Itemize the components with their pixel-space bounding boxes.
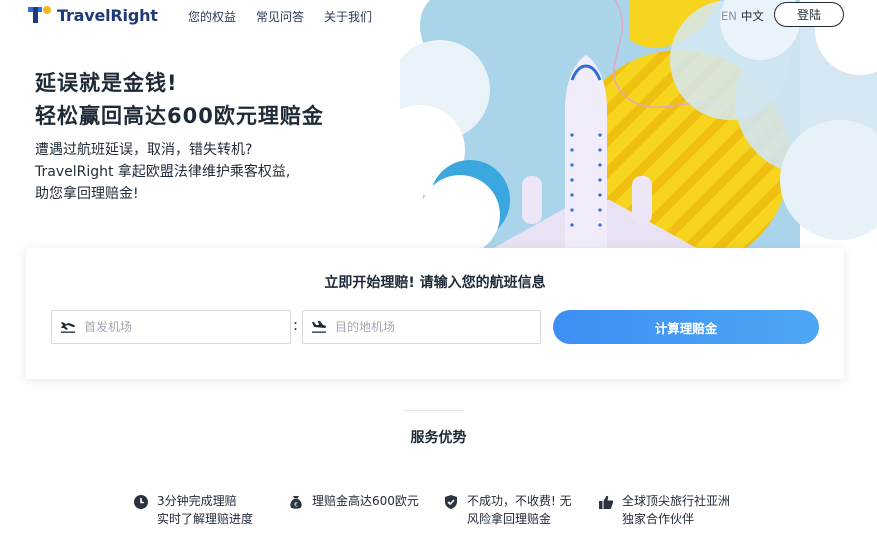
benefit-item: 不成功，不收费! 无 风险拿回理赔金 <box>443 492 572 528</box>
section-divider <box>404 410 464 411</box>
logo-icon <box>28 5 52 25</box>
lang-zh[interactable]: 中文 <box>741 9 764 23</box>
hero-title-line2: 轻松赢回高达600欧元理赔金 <box>35 104 324 128</box>
money-bag-icon: € <box>288 494 304 510</box>
benefit-line2: 实时了解理赔进度 <box>157 512 254 526</box>
flight-search-card: 立即开始理赔! 请输入您的航班信息 : 计算理赔金 <box>26 248 844 379</box>
route-separator: : <box>293 316 299 334</box>
clock-icon <box>133 494 149 510</box>
benefit-line2: 风险拿回理赔金 <box>467 512 552 526</box>
hero-title-line1: 延误就是金钱! <box>35 71 178 95</box>
svg-text:€: € <box>294 502 298 509</box>
brand-logo[interactable]: TravelRight <box>28 4 158 26</box>
arrival-plane-icon <box>311 318 327 337</box>
nav-faq[interactable]: 常见问答 <box>256 8 304 25</box>
login-button[interactable]: 登陆 <box>774 2 844 27</box>
benefit-line1: 3分钟完成理赔 <box>157 494 237 508</box>
lang-en[interactable]: EN <box>721 9 737 23</box>
hero-subtitle: 遭遇过航班延误，取消，错失转机? TravelRight 拿起欧盟法律维护乘客权… <box>35 139 290 205</box>
services-title: 服务优势 <box>410 430 467 446</box>
benefit-line2: 独家合作伙伴 <box>622 512 695 526</box>
language-switcher: EN 中文 <box>721 8 764 24</box>
benefit-line1: 理赔金高达600欧元 <box>312 494 419 508</box>
destination-airport-input[interactable] <box>335 320 525 334</box>
search-card-title: 立即开始理赔! 请输入您的航班信息 <box>324 275 546 291</box>
hero-sub-line3: 助您拿回理赔金! <box>35 186 139 202</box>
benefit-item: 全球顶尖旅行社亚洲 独家合作伙伴 <box>598 492 730 528</box>
calculate-compensation-button[interactable]: 计算理赔金 <box>553 310 819 344</box>
hero-sub-line1: 遭遇过航班延误，取消，错失转机? <box>35 142 253 158</box>
departure-field[interactable] <box>51 310 291 344</box>
thumbs-up-icon <box>598 494 614 510</box>
departure-airport-input[interactable] <box>84 320 274 334</box>
hero-sub-line2: TravelRight 拿起欧盟法律维护乘客权益, <box>35 164 291 180</box>
hero-title: 延误就是金钱! 轻松赢回高达600欧元理赔金 <box>35 67 324 133</box>
benefit-item: 3分钟完成理赔 实时了解理赔进度 <box>133 492 253 528</box>
hero-illustration <box>400 0 877 250</box>
benefit-line1: 全球顶尖旅行社亚洲 <box>622 494 731 508</box>
destination-field[interactable] <box>302 310 541 344</box>
main-nav: 您的权益 常见问答 关于我们 <box>188 8 392 25</box>
benefit-line1: 不成功，不收费! 无 <box>467 494 572 508</box>
shield-check-icon <box>443 494 459 510</box>
nav-your-rights[interactable]: 您的权益 <box>188 8 236 25</box>
departure-plane-icon <box>60 318 76 337</box>
nav-about-us[interactable]: 关于我们 <box>324 8 372 25</box>
benefit-item: € 理赔金高达600欧元 <box>288 492 419 510</box>
brand-name: TravelRight <box>57 5 158 25</box>
